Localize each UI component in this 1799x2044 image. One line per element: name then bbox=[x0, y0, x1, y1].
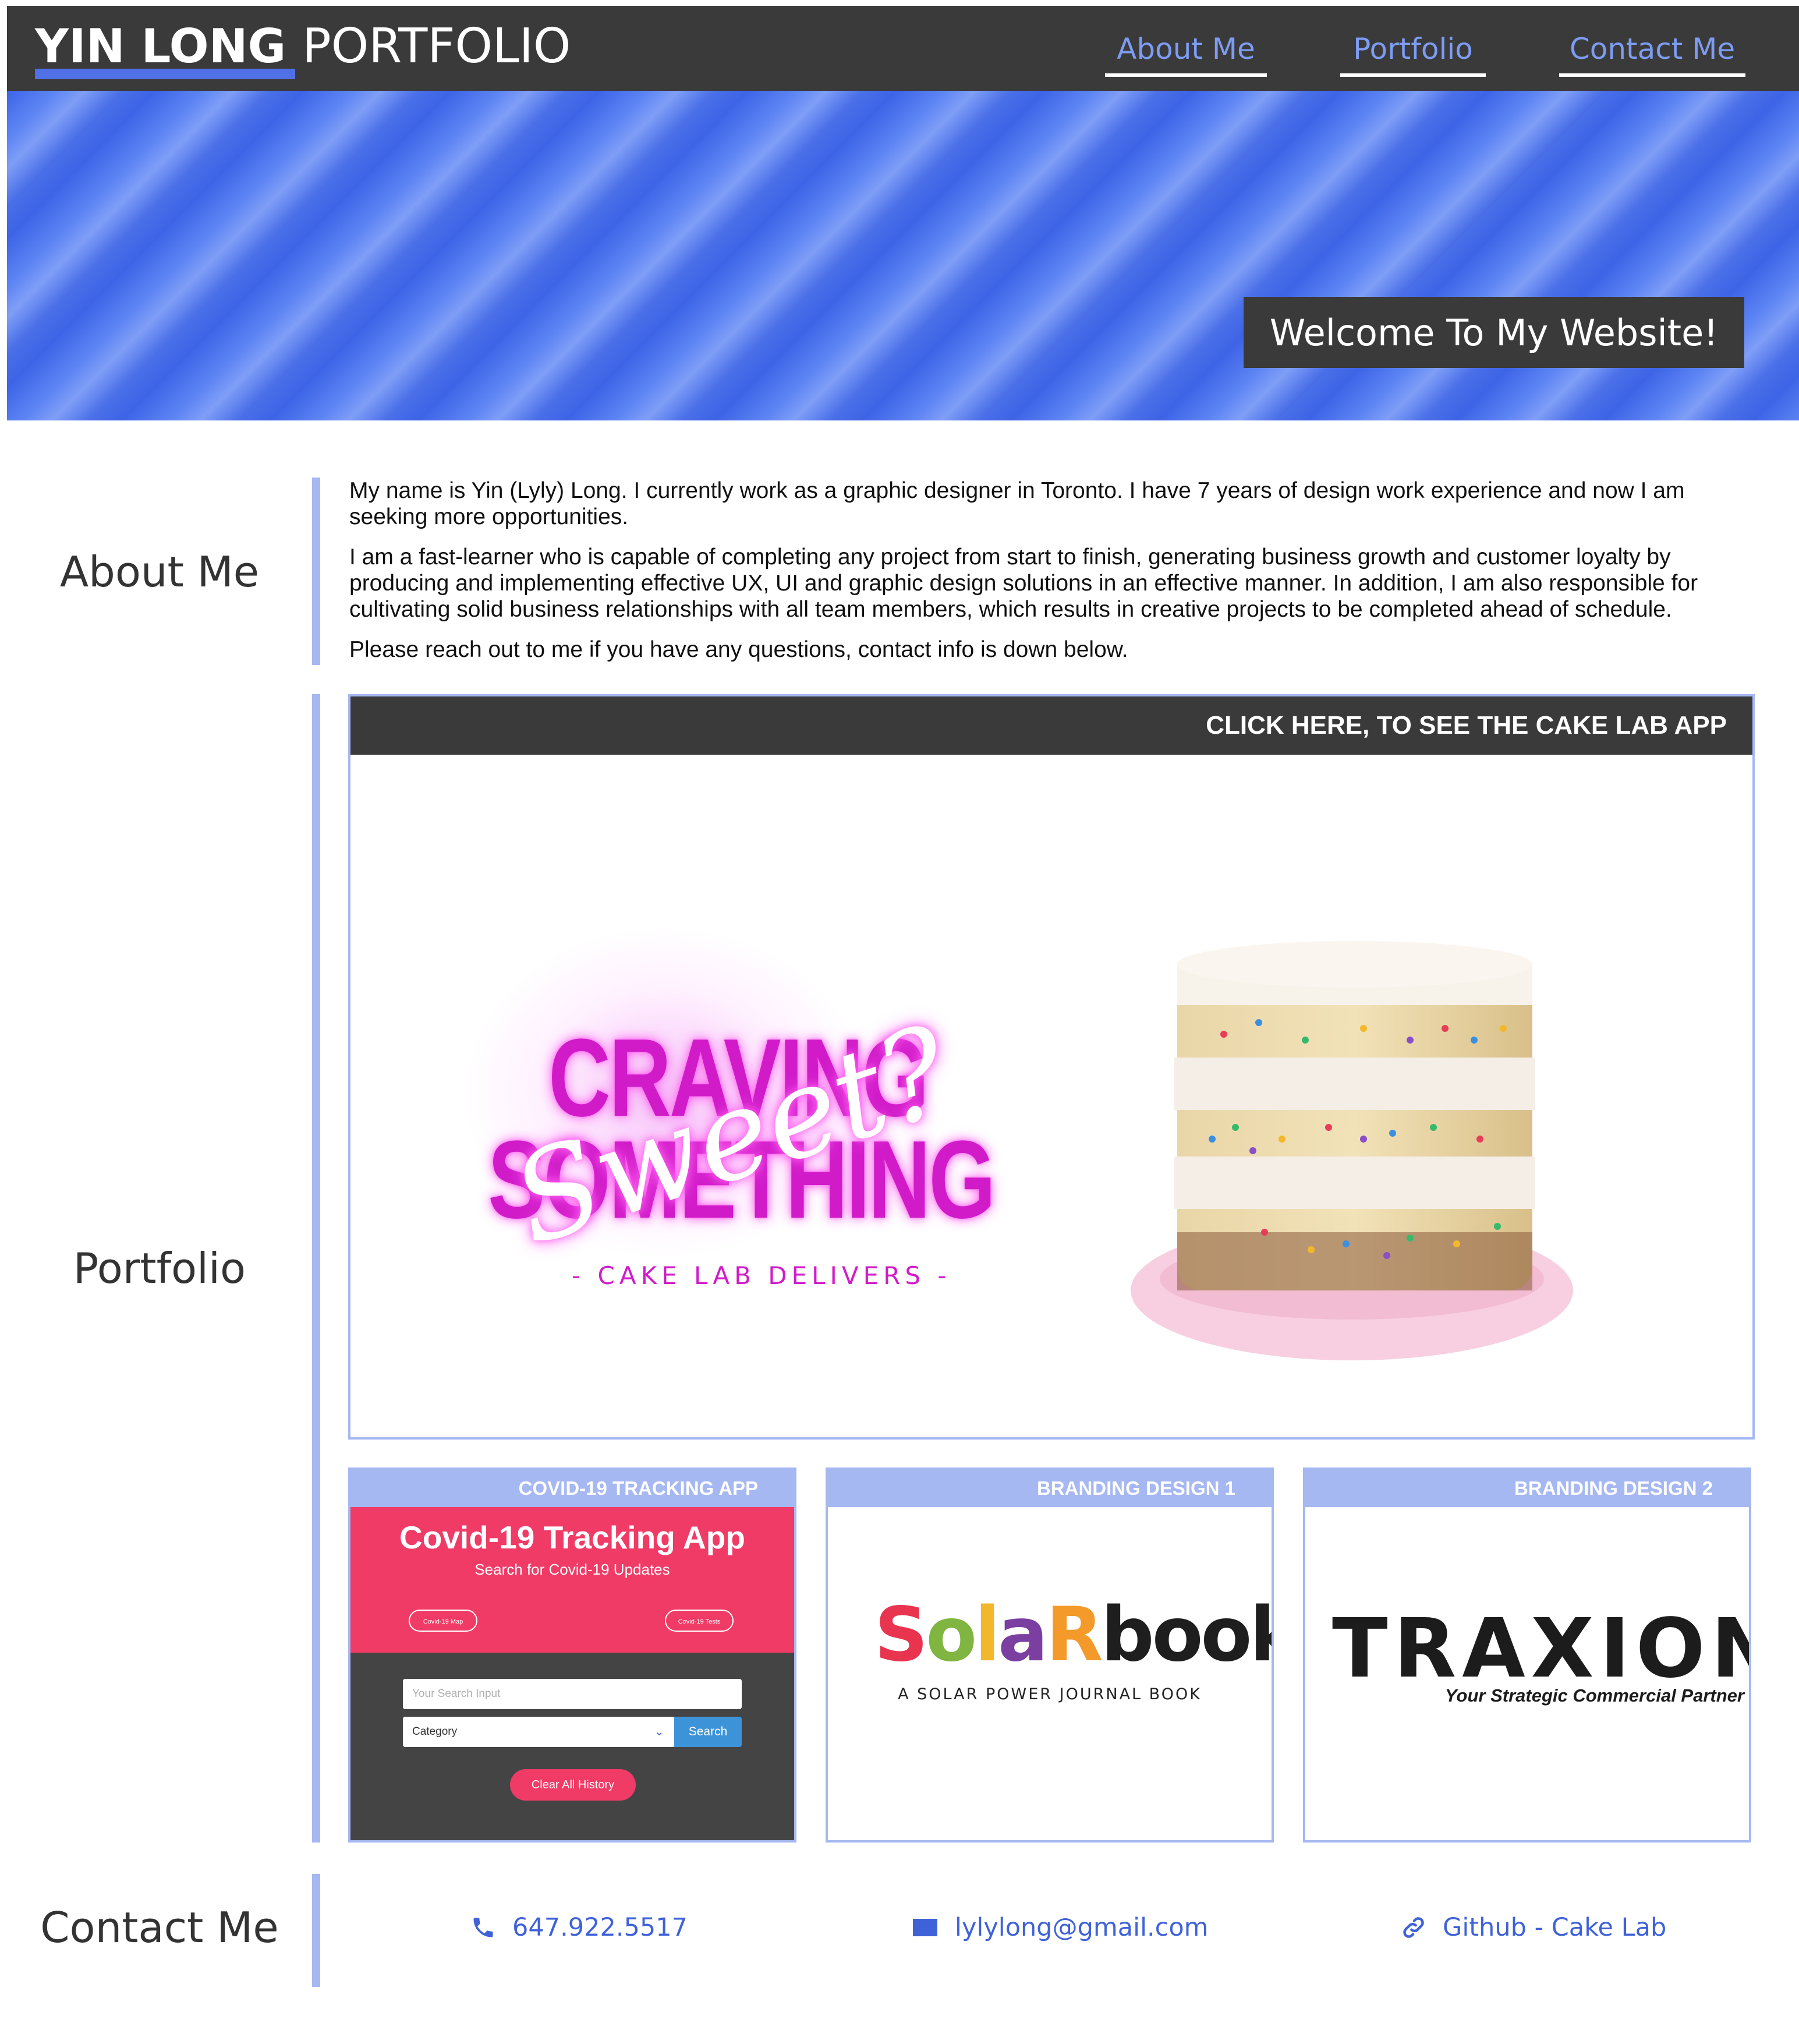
app-preview-clear-button: Clear All History bbox=[510, 1769, 636, 1801]
traxion-logo: TRAXION bbox=[1332, 1601, 1751, 1696]
project-card-label[interactable]: BRANDING DESIGN 2 bbox=[1305, 1470, 1749, 1507]
project-card-branding-2[interactable]: BRANDING DESIGN 2 TRAXION Your Strategic… bbox=[1303, 1467, 1751, 1843]
chevron-down-icon: ⌄ bbox=[654, 1724, 664, 1738]
brand-name-text: YIN LONG bbox=[35, 19, 286, 73]
contact-phone[interactable]: 647.922.5517 bbox=[470, 1910, 688, 1945]
solarbook-logo-letter: k bbox=[1249, 1592, 1272, 1678]
welcome-badge: Welcome To My Website! bbox=[1244, 297, 1744, 368]
contact-section-bar bbox=[312, 1874, 320, 1987]
featured-project-banner[interactable]: CLICK HERE, TO SEE THE CAKE LAB APP bbox=[350, 696, 1752, 755]
project-card-label[interactable]: COVID-19 TRACKING APP bbox=[350, 1470, 794, 1507]
solarbook-logo: SolaRbook bbox=[874, 1598, 1272, 1672]
app-preview-map-pill: Covid-19 Map bbox=[409, 1610, 477, 1632]
project-card-branding-1[interactable]: BRANDING DESIGN 1 SolaRbook A SOLAR POWE… bbox=[826, 1467, 1274, 1843]
app-preview-title: Covid-19 Tracking App bbox=[399, 1519, 745, 1555]
app-preview-search-input: Your Search Input bbox=[403, 1679, 742, 1709]
nav-link-about-me[interactable]: About Me bbox=[1105, 27, 1267, 77]
app-preview-header: Covid-19 Tracking App Search for Covid-1… bbox=[350, 1507, 794, 1653]
about-paragraph: Please reach out to me if you have any q… bbox=[349, 637, 1128, 662]
about-text: My name is Yin (Lyly) Long. I currently … bbox=[349, 478, 1741, 677]
app-preview-category-select: Category bbox=[403, 1717, 674, 1747]
solarbook-logo-letter: S bbox=[874, 1592, 928, 1678]
nav-link-portfolio[interactable]: Portfolio bbox=[1340, 27, 1486, 77]
app-preview-body: Your Search Input Category ⌄ Search Clea… bbox=[350, 1653, 794, 1840]
art-tagline: - CAKE LAB DELIVERS - bbox=[572, 1261, 951, 1290]
app-preview-search-button: Search bbox=[674, 1717, 742, 1747]
contact-heading: Contact Me bbox=[40, 1903, 279, 1952]
project-card-label[interactable]: BRANDING DESIGN 1 bbox=[828, 1470, 1272, 1507]
link-icon bbox=[1403, 1917, 1424, 1938]
brand-name: YIN LONG bbox=[35, 23, 296, 79]
about-heading: About Me bbox=[59, 547, 260, 596]
about-paragraph: My name is Yin (Lyly) Long. I currently … bbox=[349, 478, 1685, 529]
contact-link-text: Github - Cake Lab bbox=[1443, 1913, 1667, 1942]
solarbook-logo-letter: o bbox=[1152, 1592, 1203, 1678]
project-card-covid-tracker[interactable]: COVID-19 TRACKING APP Covid-19 Tracking … bbox=[348, 1467, 796, 1843]
solarbook-tagline: A SOLAR POWER JOURNAL BOOK bbox=[898, 1685, 1202, 1703]
site-brand[interactable]: YIN LONG PORTFOLIO bbox=[35, 6, 571, 87]
solarbook-logo-letter: l bbox=[975, 1592, 1000, 1678]
featured-project-card[interactable]: CLICK HERE, TO SEE THE CAKE LAB APP CRAV… bbox=[348, 694, 1755, 1440]
solarbook-logo-letter: o bbox=[926, 1592, 977, 1678]
about-paragraph: I am a fast-learner who is capable of co… bbox=[349, 544, 1698, 622]
brand-title: PORTFOLIO bbox=[302, 19, 571, 74]
solarbook-logo-letter: o bbox=[1200, 1592, 1252, 1678]
portfolio-section-bar bbox=[312, 694, 320, 1843]
solarbook-logo-letter: R bbox=[1046, 1592, 1103, 1678]
about-section-bar bbox=[312, 478, 320, 665]
solarbook-logo-letter: a bbox=[998, 1592, 1048, 1678]
contact-phone-text: 647.922.5517 bbox=[512, 1913, 688, 1942]
traxion-tagline: Your Strategic Commercial Partner bbox=[1445, 1685, 1744, 1706]
portfolio-heading: Portfolio bbox=[73, 1244, 246, 1293]
nav-link-contact-me[interactable]: Contact Me bbox=[1559, 27, 1745, 77]
mail-icon bbox=[913, 1919, 937, 1936]
contact-email-text: lylylong@gmail.com bbox=[955, 1913, 1209, 1942]
hero-banner bbox=[7, 91, 1799, 420]
solarbook-logo-letter: b bbox=[1100, 1592, 1155, 1678]
cake-image bbox=[1131, 941, 1573, 1360]
app-preview-tests-pill: Covid-19 Tests bbox=[665, 1610, 734, 1632]
brand-underline bbox=[35, 69, 296, 79]
contact-link[interactable]: Github - Cake Lab bbox=[1401, 1910, 1666, 1945]
phone-icon bbox=[473, 1918, 493, 1937]
contact-email[interactable]: lylylong@gmail.com bbox=[913, 1910, 1209, 1945]
app-preview-subtitle: Search for Covid-19 Updates bbox=[474, 1561, 670, 1578]
